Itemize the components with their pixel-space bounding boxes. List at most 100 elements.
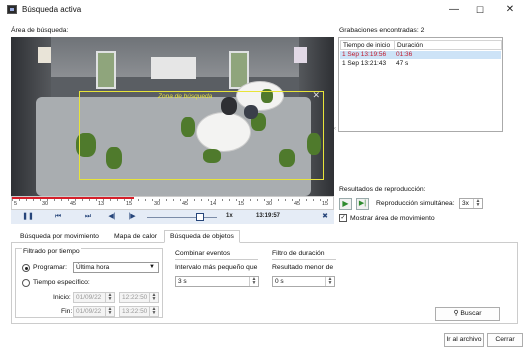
result-value: 0 s [275,278,284,285]
start-date: 01/09/22 [76,294,102,301]
timeline-tick-label: 13 [98,201,105,207]
specific-time-radio[interactable] [22,279,30,287]
search-zone-rectangle[interactable]: Zona de búsqueda ✕ [79,90,324,180]
time-filter-title: Filtrado por tiempo [22,248,81,255]
timeline-ticks [12,199,333,201]
chevron-down-icon: ▼ [149,264,155,270]
maximize-button[interactable]: ☐ [469,2,491,18]
row-duration: 47 s [396,60,409,67]
spinner-arrows-icon[interactable]: ▲ ▼ [473,199,482,208]
wall-poster [294,47,307,63]
timeline-tick-label: 45 [70,201,77,207]
goto-file-button[interactable]: Ir al archivo [444,333,484,347]
timeline-tick-label: 30 [266,201,273,207]
search-icon: ⚲ [453,310,459,317]
schedule-value: Última hora [76,264,110,271]
show-area-label: Mostrar área de movimiento [350,215,435,222]
close-window-button[interactable]: ✕ [499,2,521,18]
start-time-field[interactable]: 12:22:50 ▲ ▼ [119,292,159,303]
schedule-select[interactable]: Última hora ▼ [73,262,159,273]
search-zone-label: Zona de búsqueda [158,93,213,100]
timeline-tick-label: 30 [154,201,161,207]
result-label: Resultado menor de [272,264,334,271]
divider [175,259,258,260]
app-icon [7,5,17,14]
recordings-found-label: Grabaciones encontradas: 2 [339,27,425,34]
schedule-radio[interactable] [22,264,30,272]
window-pane [96,51,116,89]
search-button[interactable]: ⚲ Buscar [435,307,500,321]
close-playback-button[interactable]: ✖ [318,212,332,222]
next-recording-button[interactable]: ⏭ [81,212,95,222]
pause-button[interactable]: ❚❚ [21,212,35,222]
spinner-arrows-icon[interactable]: ▲ ▼ [149,293,158,302]
start-date-field[interactable]: 01/09/22 ▲ ▼ [73,292,115,303]
window-title: Búsqueda activa [22,5,82,14]
spinner-arrows-icon[interactable]: ▲ ▼ [325,277,334,286]
wall-poster [38,47,51,63]
column-duration[interactable]: Duración [394,40,502,50]
playback-results-label: Resultados de reproducción: [339,186,426,193]
camera-video-view[interactable]: Zona de búsqueda ✕ [11,37,334,196]
spinner-arrows-icon[interactable]: ▲ ▼ [105,293,114,302]
interval-label: Intervalo más pequeño que [175,264,258,271]
step-forward-button[interactable]: |▶ [125,212,139,222]
recording-row[interactable]: 1 Sep 13:19:56 01:36 [340,51,501,59]
interval-value: 3 s [178,278,187,285]
column-start-time[interactable]: Tiempo de inicio [340,40,395,50]
start-label: Inicio: [53,294,71,301]
play-icon[interactable]: ▶ [339,198,352,210]
end-date: 01/09/22 [76,308,102,315]
spinner-arrows-icon[interactable]: ▲ ▼ [105,307,114,316]
search-area-label: Área de búsqueda: [11,27,69,34]
simultaneous-value: 3x [462,200,469,207]
recordings-list[interactable]: Tiempo de inicio Duración 1 Sep 13:19:56… [338,37,503,132]
current-time: 13:19:57 [256,213,281,219]
whiteboard [151,57,196,79]
row-start: 1 Sep 13:21:43 [342,60,387,67]
spinner-arrows-icon[interactable]: ▲ ▼ [149,307,158,316]
show-area-checkbox[interactable]: ✓ [339,214,347,222]
speed-slider-track[interactable] [147,217,217,218]
title-bar: Búsqueda activa — ☐ ✕ [0,0,531,20]
interval-spinner[interactable]: 3 s ▲ ▼ [175,276,259,287]
timeline-tick-label: 15 [322,201,329,207]
step-back-button[interactable]: ◀| [105,212,119,222]
start-time: 12:22:50 [122,294,148,301]
timeline-tick-label: 5 [14,201,18,207]
previous-recording-button[interactable]: ⏮ [51,212,65,222]
play-next-icon[interactable]: ▶| [356,198,369,210]
combine-events-title: Combinar eventos [175,250,231,257]
timeline-tick-label: 15 [126,201,133,207]
end-time-field[interactable]: 13:22:50 ▲ ▼ [119,306,159,317]
spinner-arrows-icon[interactable]: ▲ ▼ [249,277,258,286]
timeline-tick-label: 30 [42,201,49,207]
simultaneous-playback-label: Reproducción simultánea: [376,200,455,207]
close-button[interactable]: Cerrar [487,333,523,347]
recording-row[interactable]: 1 Sep 13:21:43 47 s [340,60,501,68]
end-date-field[interactable]: 01/09/22 ▲ ▼ [73,306,115,317]
schedule-label: Programar: [33,264,67,271]
simultaneous-playback-spinner[interactable]: 3x ▲ ▼ [459,198,483,209]
collapse-arrow-icon[interactable]: ‹ [334,126,336,132]
timeline-tick-label: 14 [210,201,217,207]
end-label: Fin: [61,308,73,315]
zone-close-icon[interactable]: ✕ [312,90,320,101]
duration-filter-title: Filtro de duración [272,250,325,257]
end-time: 13:22:50 [122,308,148,315]
divider [272,259,336,260]
timeline-tick-label: 15 [238,201,245,207]
timeline-tick-label: 45 [294,201,301,207]
speed-slider-thumb[interactable] [196,213,204,221]
timeline-tick-label: 45 [182,201,189,207]
row-start: 1 Sep 13:19:56 [342,51,387,58]
timeline[interactable]: 5 30 45 13 15 30 45 14 15 30 45 15 [11,196,334,210]
speed-value: 1x [226,213,233,219]
playback-control-bar: ❚❚ ⏮ ⏭ ◀| |▶ 1x 13:19:57 ✖ [11,210,334,224]
minimize-button[interactable]: — [443,2,465,18]
tab-object-search[interactable]: Búsqueda de objetos [164,230,240,243]
row-duration: 01:36 [396,51,413,58]
search-button-label: Buscar [460,310,482,317]
specific-time-label: Tiempo específico: [33,279,90,286]
result-spinner[interactable]: 0 s ▲ ▼ [272,276,335,287]
